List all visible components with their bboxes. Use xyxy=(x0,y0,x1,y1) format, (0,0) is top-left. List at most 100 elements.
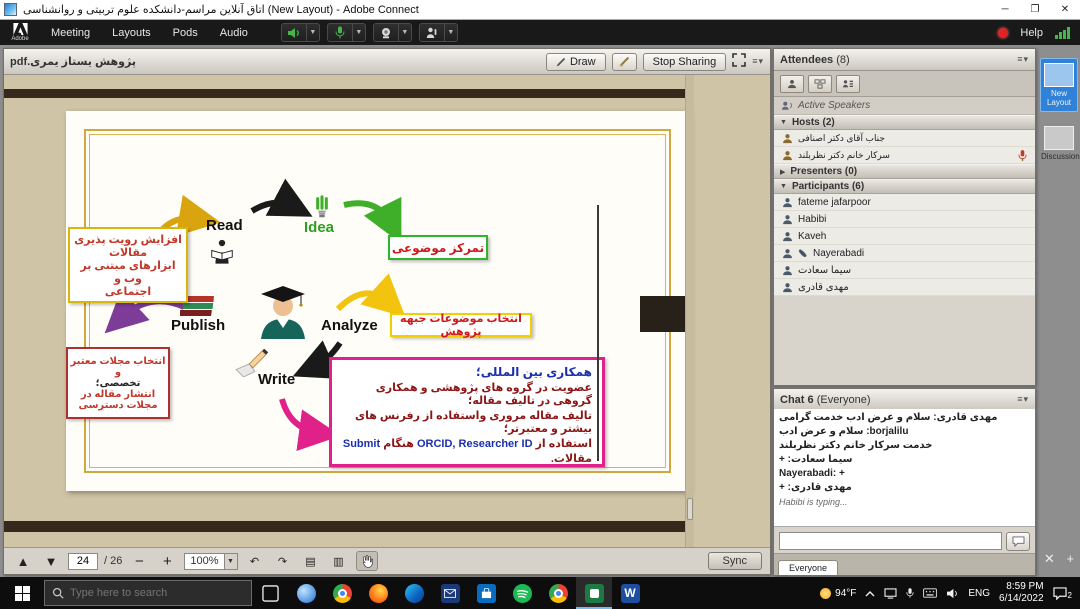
windows-logo-icon xyxy=(15,586,30,601)
document-scrollbar[interactable] xyxy=(685,75,694,547)
help-menu[interactable]: Help xyxy=(1020,27,1043,39)
attendee-row[interactable]: Nayerabadi xyxy=(774,245,1035,262)
layout-bar-actions: ✕ + xyxy=(1038,551,1080,567)
undo-button[interactable]: ↶ xyxy=(244,551,266,571)
participants-group-header[interactable]: ▼ Participants (6) xyxy=(774,179,1035,194)
fullscreen-button[interactable] xyxy=(732,53,746,70)
presenters-group-header[interactable]: ▶ Presenters (0) xyxy=(774,164,1035,179)
webcam-button[interactable]: ▼ xyxy=(373,23,412,42)
chat-message-list[interactable]: مهدی قادری: سلام و عرض ادب خدمت گرامی bo… xyxy=(774,409,1035,527)
tray-expand-button[interactable] xyxy=(865,590,875,597)
stop-sharing-button[interactable]: Stop Sharing xyxy=(643,53,727,71)
breakout-view-button[interactable] xyxy=(808,75,832,93)
sync-button[interactable]: Sync xyxy=(708,552,762,570)
system-tray: 94°F ENG 8:59 PM 6/14/2022 xyxy=(820,581,1080,606)
scrollbar-thumb[interactable] xyxy=(687,498,693,520)
tab-everyone[interactable]: Everyone xyxy=(778,560,838,575)
chrome-profile-app-button[interactable] xyxy=(540,577,576,609)
chat-message-input[interactable] xyxy=(779,532,1002,550)
attendee-row[interactable]: مهدی قادری xyxy=(774,279,1035,296)
titlebar: اتاق آنلاین مراسم-دانشکده علوم تربیتی و … xyxy=(0,0,1080,20)
attendees-pod-menu-icon[interactable]: ≡▾ xyxy=(1017,54,1029,65)
close-layout-bar-icon[interactable]: ✕ xyxy=(1044,551,1055,567)
attendee-view-button[interactable] xyxy=(780,75,804,93)
annotate-button[interactable] xyxy=(612,53,637,71)
status-view-button[interactable] xyxy=(836,75,860,93)
menu-audio[interactable]: Audio xyxy=(209,20,259,45)
microphone-tray-button[interactable] xyxy=(906,587,914,599)
microphone-button[interactable]: ▼ xyxy=(327,23,366,42)
adobe-connect-app-button[interactable] xyxy=(576,577,612,609)
edge-app-button[interactable] xyxy=(396,577,432,609)
spotify-app-button[interactable] xyxy=(504,577,540,609)
mail-icon xyxy=(441,584,460,603)
menu-pods[interactable]: Pods xyxy=(162,20,209,45)
status-caret-icon[interactable]: ▼ xyxy=(444,24,457,41)
next-page-button[interactable]: ▼ xyxy=(40,551,62,571)
draw-button[interactable]: Draw xyxy=(546,53,606,71)
chat-pod-menu-icon[interactable]: ≡▾ xyxy=(1017,394,1029,405)
redo-button[interactable]: ↷ xyxy=(272,551,294,571)
connection-signal-icon[interactable] xyxy=(1055,27,1070,39)
chrome-app-button[interactable] xyxy=(324,577,360,609)
attendee-row[interactable]: سیما سعادت xyxy=(774,262,1035,279)
store-app-button[interactable] xyxy=(468,577,504,609)
recording-indicator-icon[interactable] xyxy=(998,28,1008,38)
page-number-input[interactable] xyxy=(68,553,98,570)
start-button[interactable] xyxy=(0,577,44,609)
speaker-caret-icon[interactable]: ▼ xyxy=(306,24,319,41)
hosts-group-header[interactable]: ▼ Hosts (2) xyxy=(774,115,1035,130)
attendee-name: Habibi xyxy=(798,214,826,225)
attendee-row[interactable]: fateme jafarpoor xyxy=(774,194,1035,211)
menu-meeting[interactable]: Meeting xyxy=(40,20,101,45)
share-pod-menu-icon[interactable]: ≡▾ xyxy=(752,56,764,67)
attendee-row[interactable]: Kaveh xyxy=(774,228,1035,245)
maximize-button[interactable]: ❐ xyxy=(1020,0,1050,19)
touch-keyboard-button[interactable] xyxy=(923,588,937,598)
window-title: اتاق آنلاین مراسم-دانشکده علوم تربیتی و … xyxy=(23,3,419,16)
weather-widget[interactable]: 94°F xyxy=(820,588,856,599)
send-message-button[interactable] xyxy=(1006,532,1030,551)
attendee-row-host-1[interactable]: جناب آقای دکتر اصنافی xyxy=(774,130,1035,147)
layout-new-layout[interactable]: New Layout xyxy=(1040,58,1078,112)
cortana-icon xyxy=(297,584,316,603)
menu-layouts[interactable]: Layouts xyxy=(101,20,162,45)
webcam-caret-icon[interactable]: ▼ xyxy=(398,24,411,41)
display-tray-button[interactable] xyxy=(884,588,897,599)
read-label: Read xyxy=(206,217,243,234)
task-view-button[interactable] xyxy=(252,577,288,609)
status-button[interactable]: ▼ xyxy=(419,23,458,42)
windows-taskbar: W 94°F ENG 8:59 PM xyxy=(0,577,1080,609)
volume-tray-button[interactable] xyxy=(946,588,959,599)
attendees-title: Attendees xyxy=(780,54,833,66)
word-app-button[interactable]: W xyxy=(612,577,648,609)
taskbar-search[interactable] xyxy=(44,580,252,606)
attendee-row[interactable]: Habibi xyxy=(774,211,1035,228)
mail-app-button[interactable] xyxy=(432,577,468,609)
microphone-caret-icon[interactable]: ▼ xyxy=(352,24,365,41)
zoom-in-button[interactable]: + xyxy=(156,551,178,571)
clock[interactable]: 8:59 PM 6/14/2022 xyxy=(999,581,1044,606)
attendee-row-host-2[interactable]: سرکار خانم دکتر نظربلند xyxy=(774,147,1035,164)
close-button[interactable]: ✕ xyxy=(1050,0,1080,19)
layout-discussion[interactable]: Discussion xyxy=(1040,122,1078,165)
journals-box: انتخاب مجلات معتبر و تخصصی؛ انتشار مقاله… xyxy=(66,347,170,419)
action-center-button[interactable]: 2 xyxy=(1053,587,1072,600)
fit-width-button[interactable]: ▤ xyxy=(300,551,322,571)
pan-tool-button[interactable] xyxy=(356,551,378,571)
fit-page-button[interactable]: ▥ xyxy=(328,551,350,571)
firefox-app-button[interactable] xyxy=(360,577,396,609)
graduate-icon xyxy=(253,281,313,344)
zoom-level-select[interactable]: 100% ▼ xyxy=(184,553,237,570)
cortana-app-button[interactable] xyxy=(288,577,324,609)
zoom-out-button[interactable]: − xyxy=(128,551,150,571)
chat-message: مهدی قادری: سلام و عرض ادب خدمت گرامی xyxy=(779,412,1030,423)
attendee-name: Nayerabadi xyxy=(813,248,864,259)
previous-page-button[interactable]: ▲ xyxy=(12,551,34,571)
zoom-caret-icon[interactable]: ▼ xyxy=(224,554,237,569)
minimize-button[interactable]: ─ xyxy=(990,0,1020,19)
language-indicator[interactable]: ENG xyxy=(968,588,990,599)
search-input[interactable] xyxy=(70,587,244,599)
speaker-button[interactable]: ▼ xyxy=(281,23,320,42)
add-layout-icon[interactable]: + xyxy=(1067,551,1075,567)
